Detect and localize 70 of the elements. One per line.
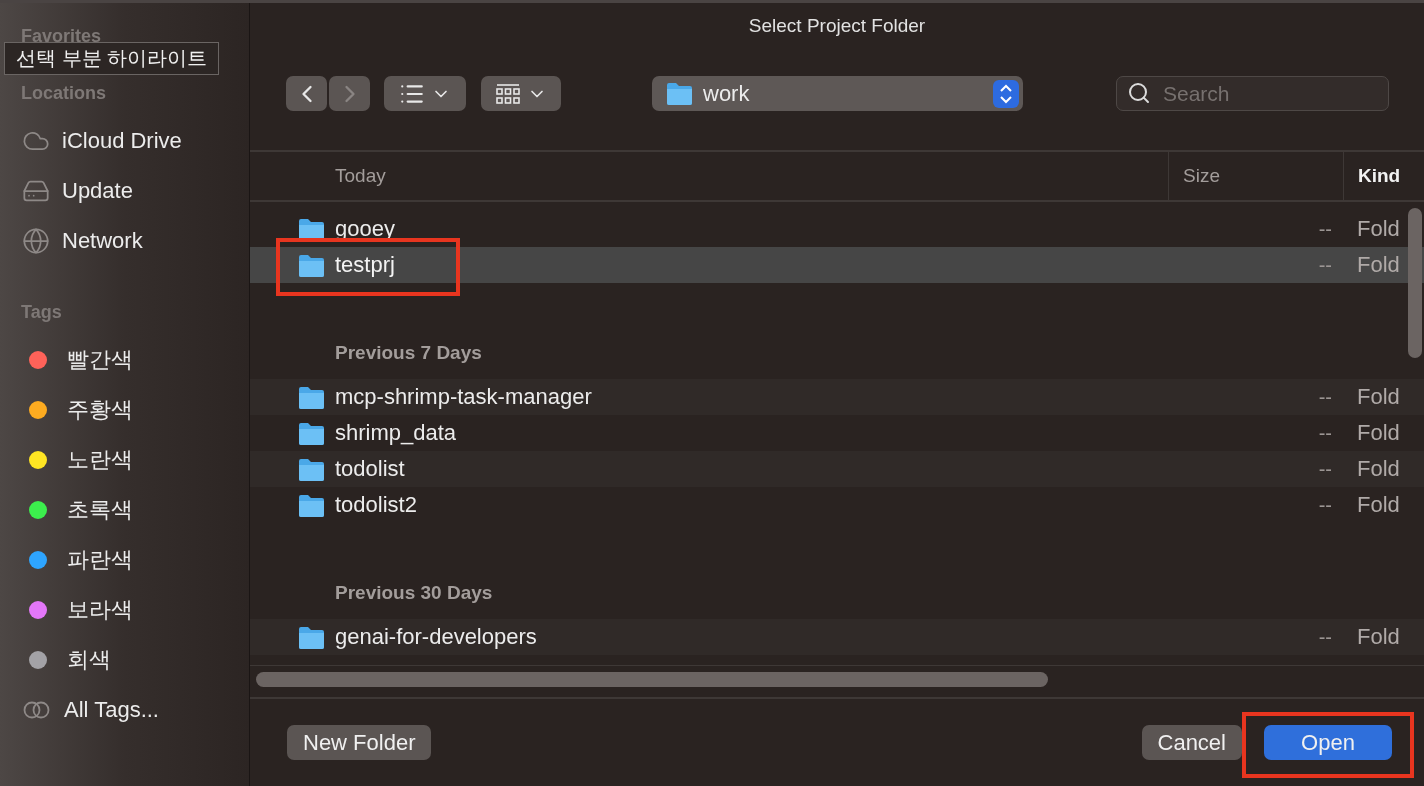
tooltip: 선택 부분 하이라이트: [4, 42, 220, 75]
folder-icon: [298, 217, 325, 241]
folder-icon: [298, 421, 325, 445]
kind-cell-text: Fold: [1356, 216, 1401, 242]
folder-icon: [298, 253, 325, 277]
sidebar-item[interactable]: All Tags...: [0, 685, 249, 735]
path-popup[interactable]: work: [652, 76, 1023, 111]
file-name: todolist: [335, 456, 405, 482]
back-button[interactable]: [286, 76, 327, 111]
sidebar-item[interactable]: 노란색: [0, 435, 249, 485]
kind-cell-text: Fold: [1356, 492, 1401, 518]
column-header[interactable]: Size: [1168, 152, 1343, 200]
scrollbar-thumb[interactable]: [1408, 208, 1422, 358]
sidebar-item[interactable]: 회색: [0, 635, 249, 685]
file-row[interactable]: shrimp_data -- Fold: [250, 415, 1424, 451]
forward-button[interactable]: [329, 76, 370, 111]
size-cell-text: --: [1317, 421, 1333, 445]
file-name: mcp-shrimp-task-manager: [335, 384, 592, 410]
kind-cell-text: Fold: [1356, 456, 1401, 482]
search-icon: [1127, 81, 1151, 105]
folder-icon: [666, 82, 693, 105]
sidebar-item[interactable]: 빨간색: [0, 335, 249, 385]
file-row[interactable]: todolist -- Fold: [250, 451, 1424, 487]
sidebar-item[interactable]: Network: [0, 216, 249, 266]
kind-cell-text: Fold: [1356, 384, 1401, 410]
size-cell-text: --: [1317, 217, 1333, 241]
size-cell-text: --: [1317, 385, 1333, 409]
group-heading: Previous 30 Days: [334, 581, 494, 605]
kind-cell-text: Fold: [1356, 252, 1401, 278]
sidebar-item[interactable]: 보라색: [0, 585, 249, 635]
file-name: testprj: [335, 252, 395, 278]
size-cell-text: --: [1317, 625, 1333, 649]
kind-cell-text: Fold: [1356, 420, 1401, 446]
folder-icon: [298, 493, 325, 517]
window-title: Select Project Folder: [747, 13, 927, 38]
globe-icon: [22, 227, 50, 255]
group-button[interactable]: [481, 76, 561, 111]
kind-cell-text: Fold: [1356, 624, 1401, 650]
file-name: todolist2: [335, 492, 417, 518]
column-header[interactable]: Kind: [1343, 152, 1424, 200]
sidebar-item[interactable]: Update: [0, 166, 249, 216]
size-cell-text: --: [1317, 457, 1333, 481]
file-row[interactable]: todolist2 -- Fold: [250, 487, 1424, 523]
file-name: genai-for-developers: [335, 624, 537, 650]
column-header[interactable]: Today: [250, 152, 1168, 200]
stepper-icon: [993, 79, 1019, 108]
sidebar-item[interactable]: iCloud Drive: [0, 116, 249, 166]
section-heading: Tags: [21, 301, 63, 323]
folder-icon: [298, 625, 325, 649]
folder-icon: [298, 385, 325, 409]
file-row[interactable]: testprj -- Fold: [250, 247, 1424, 283]
file-row[interactable]: mcp-shrimp-task-manager -- Fold: [250, 379, 1424, 415]
folder-icon: [298, 457, 325, 481]
dialog-button[interactable]: Open: [1264, 725, 1392, 760]
section-heading: Locations: [21, 82, 107, 104]
size-cell-text: --: [1317, 493, 1333, 517]
file-row[interactable]: genai-for-developers -- Fold: [250, 619, 1424, 655]
all-tags-icon: [22, 701, 52, 719]
search-field[interactable]: Search: [1116, 76, 1389, 111]
file-name: shrimp_data: [335, 420, 457, 446]
sidebar-item[interactable]: 파란색: [0, 535, 249, 585]
dialog-button[interactable]: Cancel: [1141, 725, 1242, 760]
grid-icon: [495, 82, 521, 105]
scrollbar-thumb[interactable]: [256, 672, 1048, 687]
dialog-button[interactable]: New Folder: [287, 725, 432, 760]
sidebar-item[interactable]: 초록색: [0, 485, 249, 535]
sidebar-item[interactable]: 주황색: [0, 385, 249, 435]
list-view-button[interactable]: [384, 76, 466, 111]
group-heading: Previous 7 Days: [334, 341, 483, 365]
size-cell-text: --: [1317, 253, 1333, 277]
